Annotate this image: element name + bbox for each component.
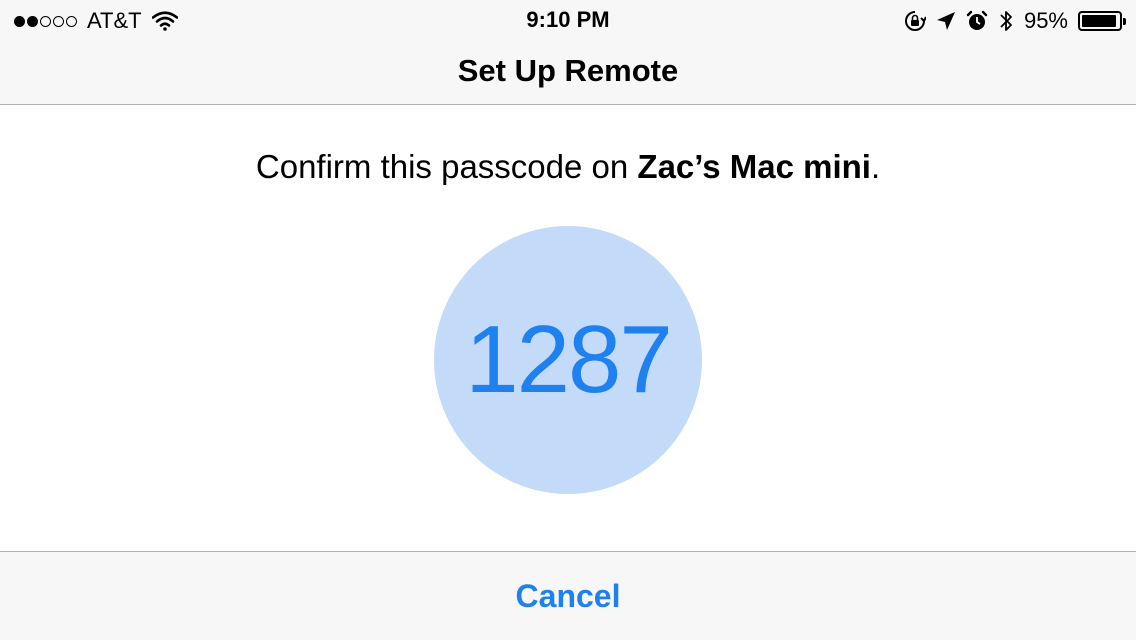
- battery-icon: [1078, 11, 1126, 31]
- alarm-icon: [966, 10, 988, 30]
- battery-tip: [1123, 18, 1126, 25]
- status-right: 95%: [904, 8, 1126, 34]
- top-bar: AT&T 9:10 PM 95% Set Up Remote: [0, 0, 1136, 105]
- instruction-suffix: .: [870, 148, 881, 185]
- set-up-remote-screen: AT&T 9:10 PM 95% Set Up Remote Confirm t…: [0, 0, 1136, 640]
- instruction-text: Confirm this passcode on Zac’s Mac mini.: [0, 147, 1136, 187]
- passcode-circle: 1287: [434, 226, 702, 494]
- rotation-lock-icon: [904, 11, 926, 31]
- instruction-prefix: Confirm this passcode on: [255, 148, 638, 185]
- status-bar: AT&T 9:10 PM 95%: [0, 0, 1136, 40]
- cancel-button[interactable]: Cancel: [468, 574, 668, 618]
- bluetooth-icon: [1000, 11, 1012, 31]
- location-arrow-icon: [936, 12, 955, 30]
- battery-percentage: 95%: [1023, 8, 1068, 33]
- bottom-bar: Cancel: [0, 551, 1136, 640]
- passcode-value: 1287: [465, 306, 673, 413]
- device-name: Zac’s Mac mini: [637, 148, 871, 185]
- page-title: Set Up Remote: [457, 53, 679, 88]
- main-content: Confirm this passcode on Zac’s Mac mini.…: [0, 105, 1136, 551]
- battery-level-fill: [1082, 15, 1116, 27]
